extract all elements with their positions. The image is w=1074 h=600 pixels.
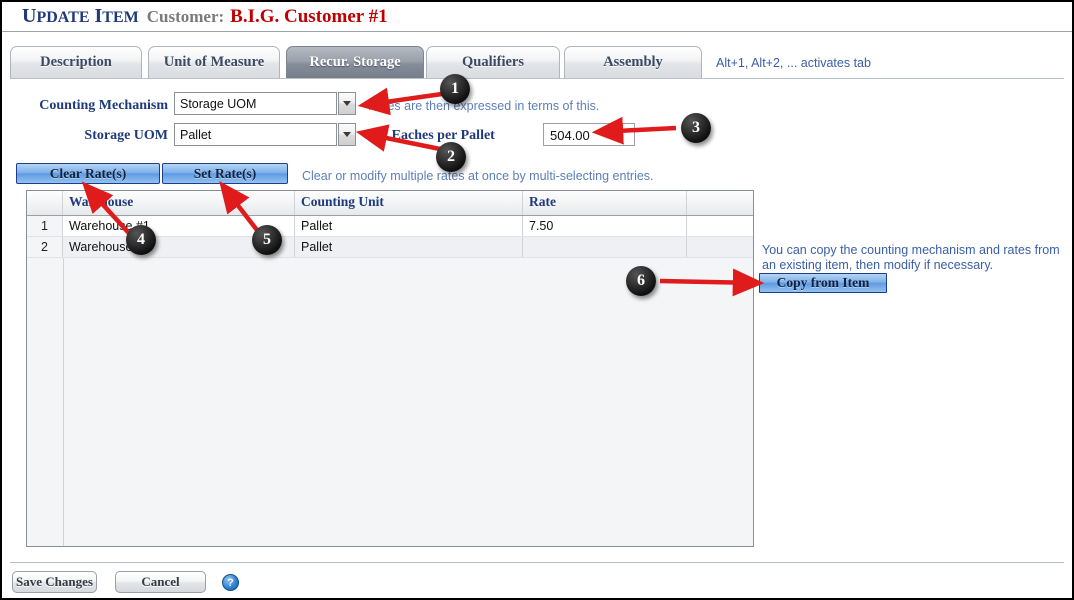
grid-index-gutter xyxy=(27,258,64,546)
grid-header-counting-unit[interactable]: Counting Unit xyxy=(295,191,523,215)
tabs-keyboard-hint: Alt+1, Alt+2, ... activates tab xyxy=(716,56,871,70)
tab-recur-storage-label: Recur. Storage xyxy=(309,54,401,70)
save-changes-label: Save Changes xyxy=(16,574,93,589)
callout-marker-5: 5 xyxy=(252,225,282,255)
callout-marker-2: 2 xyxy=(436,142,466,172)
callout-marker-4-number: 4 xyxy=(137,231,145,248)
grid-header-extra[interactable] xyxy=(687,191,747,215)
copy-from-item-button[interactable]: Copy from Item xyxy=(759,273,887,293)
tab-strip: Description Unit of Measure Recur. Stora… xyxy=(2,46,1072,79)
row-counting-unit[interactable]: Pallet xyxy=(295,216,523,236)
row-index: 1 xyxy=(27,216,63,236)
set-rates-label: Set Rate(s) xyxy=(193,165,257,181)
callout-marker-1-number: 1 xyxy=(451,80,459,97)
callout-marker-6: 6 xyxy=(626,266,656,296)
customer-label: Customer: xyxy=(146,6,225,26)
chevron-down-icon[interactable] xyxy=(338,123,356,146)
cancel-label: Cancel xyxy=(141,574,180,589)
tab-unit-of-measure[interactable]: Unit of Measure xyxy=(148,46,280,78)
tab-assembly-label: Assembly xyxy=(603,54,663,70)
grid-header-row: Warehouse Counting Unit Rate xyxy=(27,191,753,216)
tab-description[interactable]: Description xyxy=(10,46,142,78)
row-extra[interactable] xyxy=(687,237,747,257)
save-changes-button[interactable]: Save Changes xyxy=(12,571,97,593)
chevron-down-icon[interactable] xyxy=(338,92,356,115)
tab-qualifiers[interactable]: Qualifiers xyxy=(426,46,560,78)
row-rate[interactable]: 7.50 xyxy=(523,216,687,236)
window-title-bar: UPDATE ITEM Customer: B.I.G. Customer #1 xyxy=(2,2,1072,32)
set-rates-button[interactable]: Set Rate(s) xyxy=(162,163,288,184)
callout-marker-6-number: 6 xyxy=(637,272,645,289)
update-item-window: UPDATE ITEM Customer: B.I.G. Customer #1… xyxy=(0,0,1074,600)
row-extra[interactable] xyxy=(687,216,747,236)
callout-marker-3: 3 xyxy=(681,113,711,143)
page-title: UPDATE ITEM xyxy=(22,5,139,27)
clear-rates-label: Clear Rate(s) xyxy=(49,165,127,181)
grid-header-index xyxy=(27,191,63,215)
tab-description-label: Description xyxy=(40,54,112,70)
eaches-per-pallet-input[interactable]: 504.00 xyxy=(543,123,635,146)
storage-uom-dropdown[interactable]: Pallet xyxy=(174,123,356,146)
counting-mechanism-value[interactable]: Storage UOM xyxy=(174,92,337,115)
tab-unit-of-measure-label: Unit of Measure xyxy=(163,54,265,70)
footer-divider xyxy=(10,562,1064,563)
row-index: 2 xyxy=(27,237,63,257)
counting-mechanism-label: Counting Mechanism xyxy=(39,98,168,113)
tab-recur-storage[interactable]: Recur. Storage xyxy=(286,46,424,78)
storage-uom-value[interactable]: Pallet xyxy=(174,123,337,146)
cancel-button[interactable]: Cancel xyxy=(115,571,206,593)
row-rate[interactable] xyxy=(523,237,687,257)
customer-value: B.I.G. Customer #1 xyxy=(230,5,388,27)
storage-uom-label: Storage UOM xyxy=(84,128,168,143)
help-glyph: ? xyxy=(227,576,234,589)
callout-marker-1: 1 xyxy=(440,74,470,104)
copy-from-item-label: Copy from Item xyxy=(776,275,870,290)
clear-rates-button[interactable]: Clear Rate(s) xyxy=(16,163,160,184)
row-counting-unit[interactable]: Pallet xyxy=(295,237,523,257)
tab-assembly[interactable]: Assembly xyxy=(564,46,702,78)
grid-header-warehouse[interactable]: Warehouse xyxy=(63,191,295,215)
copy-from-item-note: You can copy the counting mechanism and … xyxy=(762,243,1060,272)
callout-marker-4: 4 xyxy=(126,225,156,255)
callout-marker-3-number: 3 xyxy=(692,119,700,136)
eaches-per-pallet-label: # of Eaches per Pallet xyxy=(366,128,495,143)
counting-mechanism-hint: Rates are then expressed in terms of thi… xyxy=(368,99,600,113)
grid-header-rate[interactable]: Rate xyxy=(523,191,687,215)
help-icon[interactable]: ? xyxy=(222,574,239,591)
callout-marker-5-number: 5 xyxy=(263,231,271,248)
tab-strip-underline xyxy=(10,78,1064,79)
counting-mechanism-dropdown[interactable]: Storage UOM xyxy=(174,92,356,115)
rates-hint: Clear or modify multiple rates at once b… xyxy=(302,169,654,183)
callout-marker-2-number: 2 xyxy=(447,148,455,165)
tab-qualifiers-label: Qualifiers xyxy=(461,54,525,70)
grid-empty-area[interactable] xyxy=(27,258,753,546)
